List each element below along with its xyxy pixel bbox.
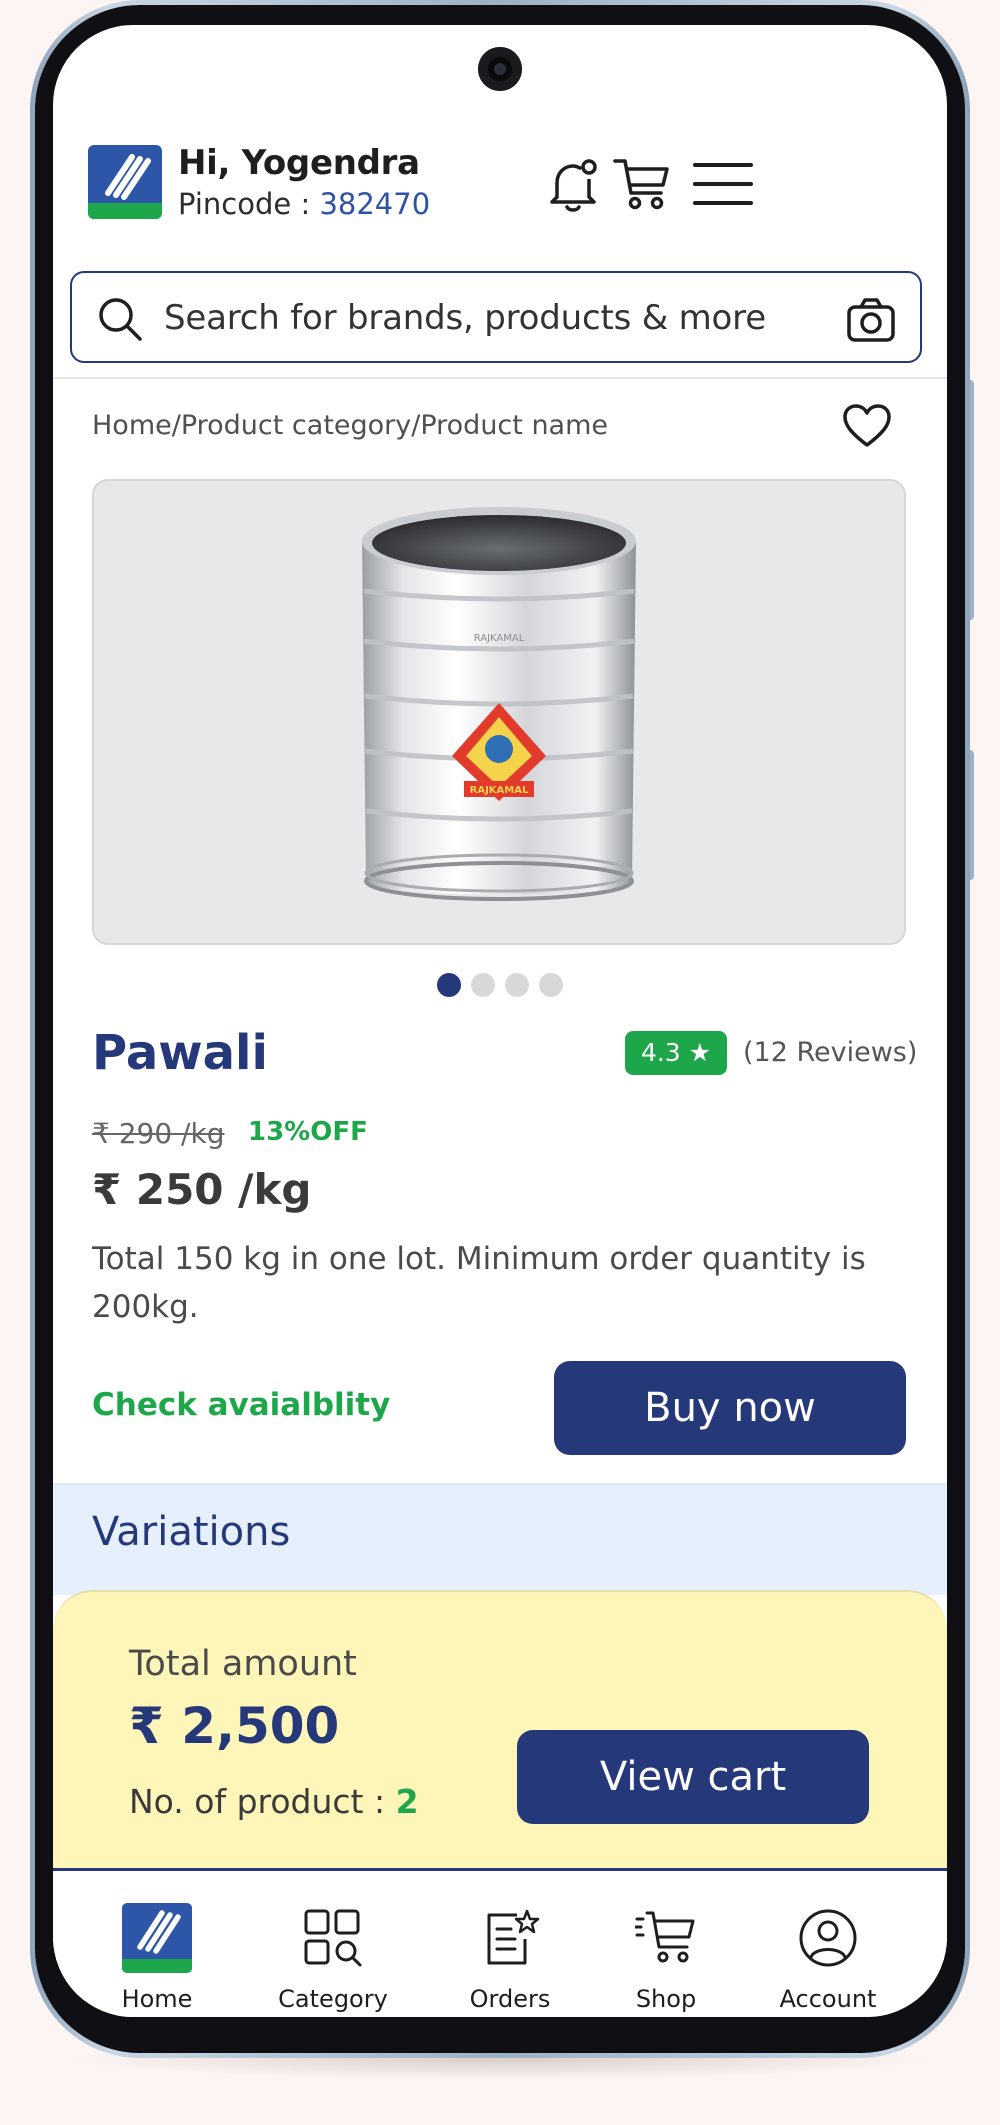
account-icon (799, 1909, 857, 1967)
nav-item-orders[interactable]: Orders (435, 1901, 585, 2013)
category-icon (304, 1909, 362, 1967)
total-amount-label: Total amount (129, 1644, 357, 1684)
check-availability-link[interactable]: Check avaialblity (92, 1387, 390, 1423)
variations-title: Variations (92, 1509, 291, 1555)
total-amount-value: ₹ 2,500 (129, 1697, 340, 1755)
product-description: Total 150 kg in one lot. Minimum order q… (92, 1241, 866, 1325)
carousel-dot[interactable] (539, 973, 563, 997)
search-input[interactable]: Search for brands, products & more (164, 298, 766, 338)
product-count-value: 2 (395, 1782, 419, 1821)
discount-badge: 13%OFF (248, 1117, 368, 1147)
carousel-dot[interactable] (505, 973, 529, 997)
search-icon[interactable] (96, 295, 144, 347)
home-logo-icon (122, 1903, 192, 1973)
nav-label-category: Category (278, 1985, 388, 2013)
product-title: Pawali (92, 1025, 268, 1081)
original-price: ₹ 290 /kg (92, 1117, 225, 1150)
bottom-navigation: Home Category Orders Shop Account (53, 1871, 947, 2017)
svg-text:RAJKAMAL: RAJKAMAL (474, 633, 525, 644)
nav-item-account[interactable]: Account (753, 1901, 903, 2013)
front-camera (478, 47, 522, 91)
header-divider (53, 377, 947, 379)
cart-summary-card: Total amount ₹ 2,500 No. of product : 2 … (53, 1590, 947, 1880)
camera-icon[interactable] (846, 295, 896, 349)
pincode-label: Pincode : (178, 187, 320, 221)
nav-label-orders: Orders (469, 1985, 551, 2013)
pincode-value[interactable]: 382470 (319, 187, 430, 221)
nav-label-home: Home (121, 1985, 193, 2013)
cart-icon[interactable] (611, 153, 673, 219)
carousel-dot[interactable] (437, 973, 461, 997)
orders-icon (487, 1909, 540, 1965)
reviews-link[interactable]: (12 Reviews) (743, 1037, 917, 1068)
image-carousel-dots[interactable] (53, 973, 947, 1001)
greeting-text: Hi, Yogendra (178, 143, 420, 183)
rating-badge: 4.3 ★ (625, 1031, 727, 1075)
app-screen: Hi, Yogendra Pincode : 382470 Search for… (53, 25, 947, 2017)
svg-text:RAJKAMAL: RAJKAMAL (470, 785, 529, 796)
breadcrumb[interactable]: Home/Product category/Product name (92, 410, 608, 441)
logo-icon[interactable] (88, 145, 162, 219)
product-count-label: No. of product : (129, 1782, 396, 1821)
nav-label-shop: Shop (635, 1985, 697, 2013)
phone-frame: Hi, Yogendra Pincode : 382470 Search for… (30, 0, 970, 2058)
menu-icon[interactable] (693, 161, 753, 211)
nav-item-category[interactable]: Category (258, 1901, 408, 2013)
product-image[interactable]: RAJKAMAL RAJKAMAL (92, 479, 906, 945)
shop-cart-icon (635, 1911, 695, 1963)
bell-icon[interactable] (543, 153, 605, 219)
pincode[interactable]: Pincode : 382470 (178, 187, 430, 221)
nav-item-shop[interactable]: Shop (591, 1901, 741, 2013)
nav-label-account: Account (779, 1985, 877, 2013)
wishlist-heart-icon[interactable] (841, 403, 893, 453)
app-header: Hi, Yogendra Pincode : 382470 (53, 135, 947, 255)
carousel-dot[interactable] (471, 973, 495, 997)
buy-now-button[interactable]: Buy now (554, 1361, 906, 1455)
view-cart-button[interactable]: View cart (517, 1730, 869, 1824)
search-bar[interactable]: Search for brands, products & more (70, 271, 922, 363)
current-price: ₹ 250 /kg (92, 1165, 312, 1214)
nav-item-home[interactable]: Home (82, 1901, 232, 2013)
product-count: No. of product : 2 (129, 1782, 419, 1821)
variations-section[interactable]: Variations (53, 1485, 947, 1595)
